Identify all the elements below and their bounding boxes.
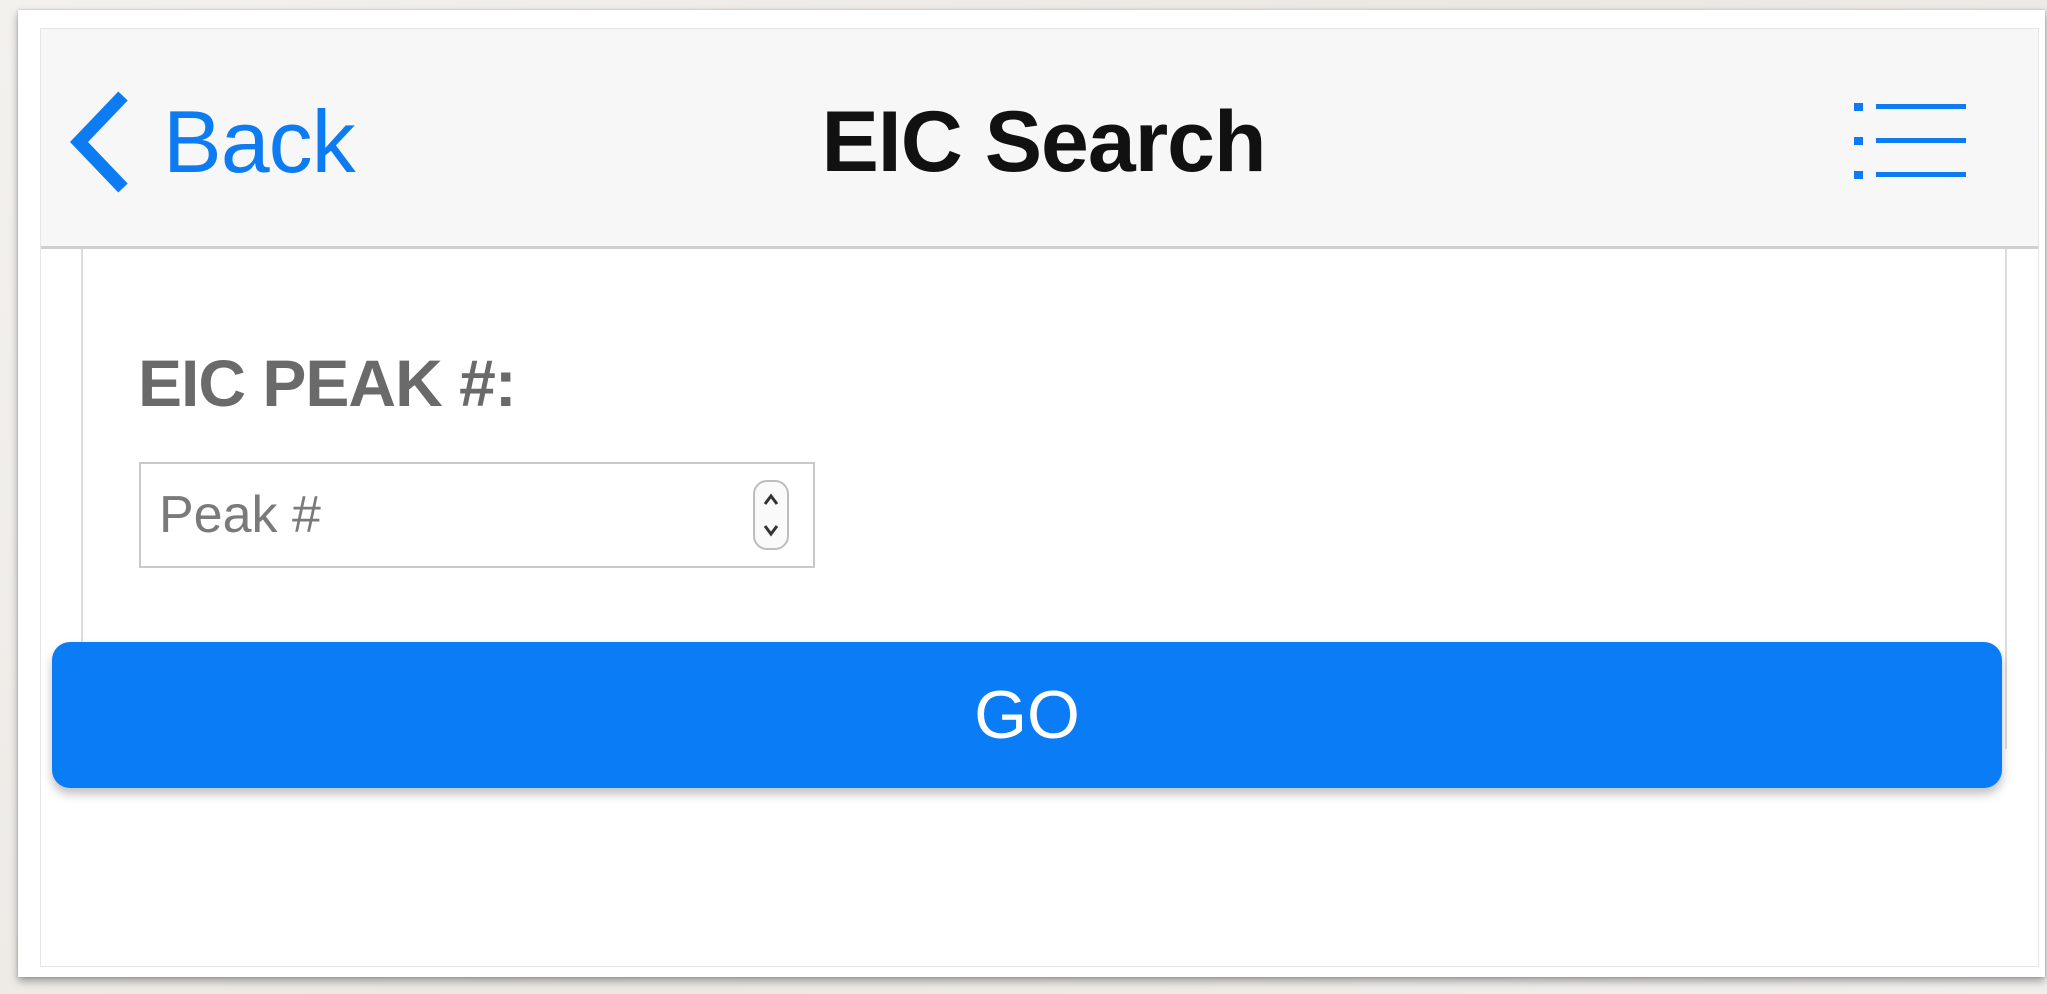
navigation-bar: Back EIC Search [41, 29, 2038, 249]
device-screen: Back EIC Search EIC PEAK #: Peak # GO [18, 10, 2045, 977]
stepper-arrows-icon [763, 493, 779, 537]
menu-button[interactable] [1852, 101, 1968, 181]
peak-number-input[interactable] [141, 464, 813, 566]
eic-peak-label: EIC PEAK #: [138, 346, 517, 420]
number-stepper[interactable] [753, 480, 789, 550]
peak-number-field [139, 462, 815, 568]
go-button-label: GO [974, 677, 1080, 753]
go-button[interactable]: GO [52, 642, 2002, 788]
list-menu-icon [1854, 103, 1966, 179]
page-title: EIC Search [821, 94, 1266, 190]
